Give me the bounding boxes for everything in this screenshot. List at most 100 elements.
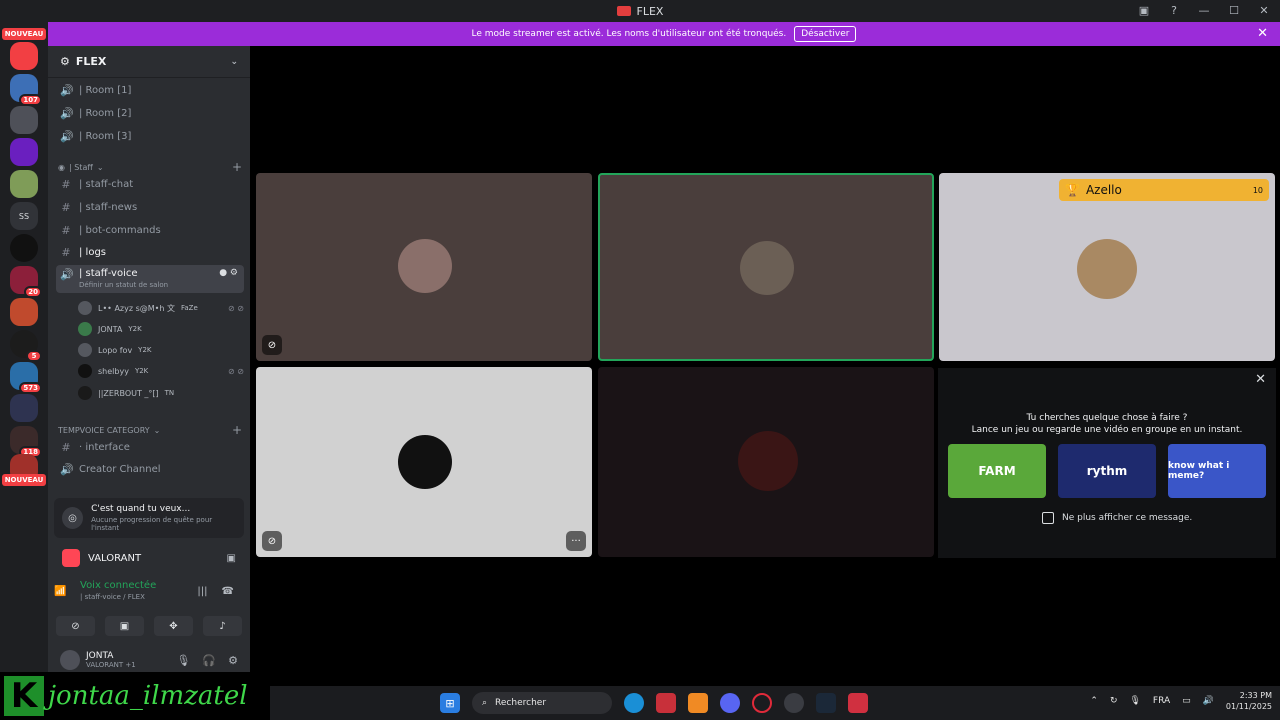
network-icon[interactable]: ▭ [1182, 696, 1191, 706]
add-channel-icon[interactable]: + [232, 160, 242, 174]
disconnect-icon[interactable]: ☎ [222, 586, 234, 597]
maximize-button[interactable]: ☐ [1226, 2, 1242, 18]
app-icon[interactable] [848, 693, 868, 713]
edge-icon[interactable] [624, 693, 644, 713]
channel-staff-news[interactable]: # | staff-news [56, 197, 244, 217]
language-indicator[interactable]: FRA [1153, 696, 1170, 706]
headphones-icon[interactable]: 🎧 [202, 654, 216, 667]
azello-bar[interactable]: 🏆 Azello 10 [1059, 179, 1269, 201]
dont-show-checkbox[interactable]: Ne plus afficher ce message. [1042, 512, 1192, 524]
camera-off-icon: ⊘ [262, 335, 282, 355]
server-icon[interactable] [10, 298, 38, 326]
microphone-icon[interactable]: 🎙 [1129, 696, 1140, 706]
avatar [78, 364, 92, 378]
game-card[interactable]: know what i meme? [1168, 444, 1266, 498]
channel-actions-icon[interactable]: ● ⚙ [219, 268, 238, 278]
gear-icon[interactable]: ⚙ [228, 654, 238, 667]
game-card[interactable]: FARM [948, 444, 1046, 498]
server-icon[interactable]: SS [10, 202, 38, 230]
channel-logs[interactable]: # | logs [56, 242, 244, 262]
channel-bot-commands[interactable]: # | bot-commands [56, 220, 244, 240]
server-icon[interactable] [10, 106, 38, 134]
voice-member[interactable]: ||ZERBOUT _°[] TN [78, 384, 244, 402]
participant-tile[interactable]: ⊘ [256, 173, 592, 361]
server-icon[interactable]: 118 [10, 426, 42, 458]
voice-icon: 🔊 [60, 83, 74, 97]
close-icon[interactable]: ✕ [1255, 372, 1266, 387]
channel-room3[interactable]: 🔊 | Room [3] [56, 126, 244, 146]
camera-off-icon: ⊘ [262, 531, 282, 551]
category-staff[interactable]: ◉ | Staff ⌄ + [58, 160, 242, 174]
voice-member[interactable]: Lopo fov Y2K [78, 341, 244, 359]
taskbar-search[interactable]: ⌕ Rechercher [472, 692, 612, 714]
voice-member[interactable]: JONTA Y2K [78, 320, 244, 338]
participant-tile-speaking[interactable] [598, 173, 934, 361]
valorant-icon [62, 549, 80, 567]
server-icon[interactable] [10, 234, 38, 262]
server-icon[interactable] [10, 170, 38, 198]
server-icon[interactable]: 5 [10, 330, 42, 362]
disable-streamer-button[interactable]: Désactiver [794, 26, 857, 42]
close-button[interactable]: ✕ [1256, 2, 1272, 18]
noise-icon[interactable]: ||| [197, 586, 207, 597]
category-icon: ◉ [58, 162, 65, 172]
participant-tile[interactable]: ⊘ ··· [256, 367, 592, 557]
channel-room1[interactable]: 🔊 | Room [1] [56, 80, 244, 100]
channel-label: | staff-chat [79, 178, 134, 190]
soundboard-button[interactable]: ♪ [203, 616, 242, 636]
add-channel-icon[interactable]: + [232, 423, 242, 437]
server-icon[interactable]: 573 [10, 362, 42, 394]
participant-tile[interactable] [598, 367, 934, 557]
guild-header[interactable]: ⚙ FLEX ⌄ [48, 46, 250, 78]
server-icon[interactable]: 20 [10, 266, 42, 298]
channel-status[interactable]: Définir un statut de salon [79, 281, 168, 289]
voice-member[interactable]: shelbyy Y2K ⊘ ⊘ [78, 362, 244, 380]
camera-button[interactable]: ⊘ [56, 616, 95, 636]
screen-share-button[interactable]: ▣ [105, 616, 144, 636]
inbox-icon[interactable]: ▣ [1136, 2, 1152, 18]
watermark-logo: K [4, 676, 44, 716]
close-icon[interactable]: ✕ [1257, 26, 1268, 41]
channel-staff-chat[interactable]: # | staff-chat [56, 174, 244, 194]
server-icon[interactable]: 107 [10, 74, 42, 106]
voice-stage: ⊘ 🏆 Azello 10 ⊘ ··· ✕ Tu cherches quelqu… [250, 46, 1280, 686]
server-icon[interactable] [10, 138, 38, 166]
member-name: L•• Azyz s@M•h 文 [98, 303, 175, 313]
activity-panel[interactable]: VALORANT ▣ [54, 544, 244, 572]
screen-share-icon[interactable]: ▣ [227, 553, 236, 564]
minimize-button[interactable]: — [1196, 2, 1212, 18]
sync-icon[interactable]: ↻ [1110, 696, 1118, 706]
channel-interface[interactable]: # · interface [56, 437, 244, 457]
discord-icon[interactable] [720, 693, 740, 713]
more-icon[interactable]: ··· [566, 531, 586, 551]
windows-start-icon[interactable]: ⊞ [440, 693, 460, 713]
avatar [398, 435, 452, 489]
category-tempvoice[interactable]: TEMPVOICE CATEGORY ⌄ + [58, 423, 242, 437]
channel-staff-voice[interactable]: 🔊 | staff-voice Définir un statut de sal… [56, 265, 244, 293]
checkbox-icon[interactable] [1042, 512, 1054, 524]
channel-creator[interactable]: 🔊 Creator Channel [56, 459, 244, 479]
server-icon[interactable] [10, 394, 38, 422]
microphone-icon[interactable]: 🎙 [176, 654, 190, 667]
help-icon[interactable]: ? [1166, 2, 1182, 18]
avatar[interactable] [60, 650, 80, 670]
channel-room2[interactable]: 🔊 | Room [2] [56, 103, 244, 123]
server-icon[interactable] [10, 42, 38, 70]
app-icon[interactable] [784, 693, 804, 713]
activities-button[interactable]: ✥ [154, 616, 193, 636]
windows-taskbar: ⊞ ⌕ Rechercher ⌃ ↻ 🎙 FRA ▭ 🔊 2:33 PM 01/1… [270, 686, 1280, 720]
game-card[interactable]: rythm [1058, 444, 1156, 498]
quest-panel[interactable]: ◎ C'est quand tu veux... Aucune progress… [54, 498, 244, 538]
avatar [78, 322, 92, 336]
chevron-up-icon[interactable]: ⌃ [1090, 696, 1098, 706]
app-icon[interactable] [656, 693, 676, 713]
volume-icon[interactable]: 🔊 [1203, 696, 1214, 706]
steam-icon[interactable] [816, 693, 836, 713]
voice-member[interactable]: L•• Azyz s@M•h 文 FaZe ⊘ ⊘ [78, 299, 244, 317]
participant-tile[interactable]: 🏆 Azello 10 [939, 173, 1275, 361]
opera-icon[interactable] [752, 693, 772, 713]
app-icon[interactable] [688, 693, 708, 713]
trophy-icon: 🏆 [1065, 183, 1080, 197]
clock[interactable]: 2:33 PM 01/11/2025 [1226, 690, 1272, 712]
user-panel: JONTA VALORANT +1 🎙 🎧 ⚙ [54, 646, 244, 674]
